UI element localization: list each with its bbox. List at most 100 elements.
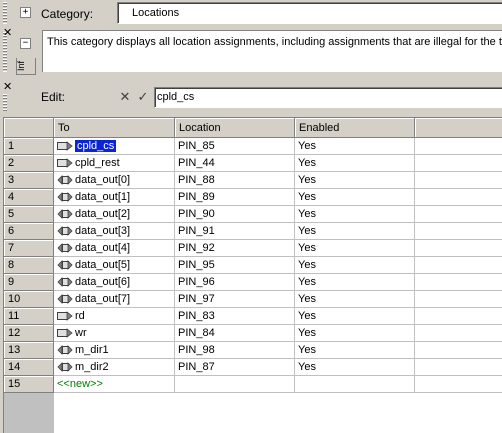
- empty-cell[interactable]: [415, 257, 502, 274]
- empty-cell[interactable]: [415, 240, 502, 257]
- cell-location[interactable]: PIN_44: [175, 155, 295, 172]
- cell-enabled[interactable]: Yes: [295, 138, 415, 155]
- cell-enabled[interactable]: Yes: [295, 189, 415, 206]
- column-header-location[interactable]: Location: [175, 118, 295, 138]
- empty-cell[interactable]: [415, 189, 502, 206]
- description-close-icon[interactable]: ✕: [3, 28, 12, 39]
- row-number[interactable]: 3: [4, 172, 54, 189]
- assignment-grid: To Location Enabled 1 cpld_cs PIN_85 Yes 2 cp…: [3, 117, 502, 433]
- cell-location[interactable]: PIN_96: [175, 274, 295, 291]
- empty-cell[interactable]: [415, 308, 502, 325]
- collapse-description-icon[interactable]: −: [20, 38, 31, 49]
- bidir-pin-icon: [57, 277, 73, 287]
- cell-location[interactable]: PIN_88: [175, 172, 295, 189]
- cell-to[interactable]: data_out[5]: [54, 257, 175, 274]
- cell-location[interactable]: PIN_90: [175, 206, 295, 223]
- cell-to[interactable]: <<new>>: [54, 376, 175, 393]
- cell-enabled[interactable]: Yes: [295, 308, 415, 325]
- cell-location[interactable]: [175, 376, 295, 393]
- empty-cell[interactable]: [415, 206, 502, 223]
- cell-location[interactable]: PIN_85: [175, 138, 295, 155]
- column-header-empty: [415, 118, 502, 138]
- expand-category-icon[interactable]: +: [20, 7, 31, 18]
- cell-location[interactable]: PIN_89: [175, 189, 295, 206]
- enabled-value: Yes: [298, 344, 316, 356]
- empty-cell[interactable]: [415, 138, 502, 155]
- row-number[interactable]: 5: [4, 206, 54, 223]
- row-number[interactable]: 1: [4, 138, 54, 155]
- cell-to[interactable]: m_dir2: [54, 359, 175, 376]
- edit-input[interactable]: cpld_cs: [154, 87, 502, 108]
- location-value: PIN_88: [178, 174, 215, 186]
- cell-location[interactable]: PIN_83: [175, 308, 295, 325]
- enabled-value: Yes: [298, 208, 316, 220]
- empty-cell[interactable]: [415, 291, 502, 308]
- cell-location[interactable]: PIN_84: [175, 325, 295, 342]
- cell-location[interactable]: PIN_98: [175, 342, 295, 359]
- cell-to[interactable]: cpld_rest: [54, 155, 175, 172]
- cell-to[interactable]: cpld_cs: [54, 138, 175, 155]
- cell-to[interactable]: data_out[0]: [54, 172, 175, 189]
- row-number[interactable]: 12: [4, 325, 54, 342]
- row-number[interactable]: 11: [4, 308, 54, 325]
- row-number[interactable]: 13: [4, 342, 54, 359]
- empty-cell[interactable]: [415, 342, 502, 359]
- cell-location[interactable]: PIN_92: [175, 240, 295, 257]
- empty-cell[interactable]: [415, 274, 502, 291]
- cell-to[interactable]: data_out[3]: [54, 223, 175, 240]
- description-text-box: This category displays all location assi…: [42, 30, 502, 72]
- cell-enabled[interactable]: Yes: [295, 325, 415, 342]
- category-grip[interactable]: [3, 2, 7, 24]
- cell-enabled[interactable]: Yes: [295, 257, 415, 274]
- cell-to[interactable]: wr: [54, 325, 175, 342]
- cell-enabled[interactable]: Yes: [295, 240, 415, 257]
- cell-enabled[interactable]: Yes: [295, 291, 415, 308]
- cell-to[interactable]: m_dir1: [54, 342, 175, 359]
- row-number[interactable]: 4: [4, 189, 54, 206]
- edit-grip[interactable]: [3, 94, 7, 112]
- row-number[interactable]: 14: [4, 359, 54, 376]
- cell-enabled[interactable]: Yes: [295, 359, 415, 376]
- grid-corner[interactable]: [4, 118, 54, 138]
- row-number[interactable]: 7: [4, 240, 54, 257]
- empty-cell[interactable]: [415, 325, 502, 342]
- cancel-edit-icon[interactable]: ✕: [117, 89, 133, 105]
- row-number[interactable]: 2: [4, 155, 54, 172]
- cell-to[interactable]: data_out[1]: [54, 189, 175, 206]
- cell-location[interactable]: PIN_87: [175, 359, 295, 376]
- edit-bar-close-icon[interactable]: ✕: [3, 82, 12, 93]
- cell-to[interactable]: data_out[7]: [54, 291, 175, 308]
- cell-enabled[interactable]: [295, 376, 415, 393]
- category-field[interactable]: Locations: [117, 2, 502, 24]
- column-header-to[interactable]: To: [54, 118, 175, 138]
- row-number[interactable]: 10: [4, 291, 54, 308]
- cell-enabled[interactable]: Yes: [295, 172, 415, 189]
- cell-enabled[interactable]: Yes: [295, 155, 415, 172]
- cell-enabled[interactable]: Yes: [295, 223, 415, 240]
- description-side-tab[interactable]: Inf: [16, 58, 36, 75]
- input-pin-icon: [57, 328, 73, 338]
- empty-cell[interactable]: [415, 155, 502, 172]
- row-number[interactable]: 8: [4, 257, 54, 274]
- row-number[interactable]: 6: [4, 223, 54, 240]
- cell-location[interactable]: PIN_97: [175, 291, 295, 308]
- empty-cell[interactable]: [415, 359, 502, 376]
- cell-location[interactable]: PIN_91: [175, 223, 295, 240]
- accept-edit-icon[interactable]: ✓: [135, 89, 151, 105]
- cell-to[interactable]: rd: [54, 308, 175, 325]
- cell-to[interactable]: data_out[6]: [54, 274, 175, 291]
- cell-to[interactable]: data_out[2]: [54, 206, 175, 223]
- empty-cell[interactable]: [415, 376, 502, 393]
- cell-to[interactable]: data_out[4]: [54, 240, 175, 257]
- cell-enabled[interactable]: Yes: [295, 342, 415, 359]
- column-header-enabled[interactable]: Enabled: [295, 118, 415, 138]
- row-number[interactable]: 15: [4, 376, 54, 393]
- cell-enabled[interactable]: Yes: [295, 274, 415, 291]
- empty-cell[interactable]: [415, 172, 502, 189]
- empty-cell[interactable]: [415, 223, 502, 240]
- cell-enabled[interactable]: Yes: [295, 206, 415, 223]
- row-number[interactable]: 9: [4, 274, 54, 291]
- bidir-pin-icon: [57, 226, 73, 236]
- cell-location[interactable]: PIN_95: [175, 257, 295, 274]
- enabled-value: Yes: [298, 174, 316, 186]
